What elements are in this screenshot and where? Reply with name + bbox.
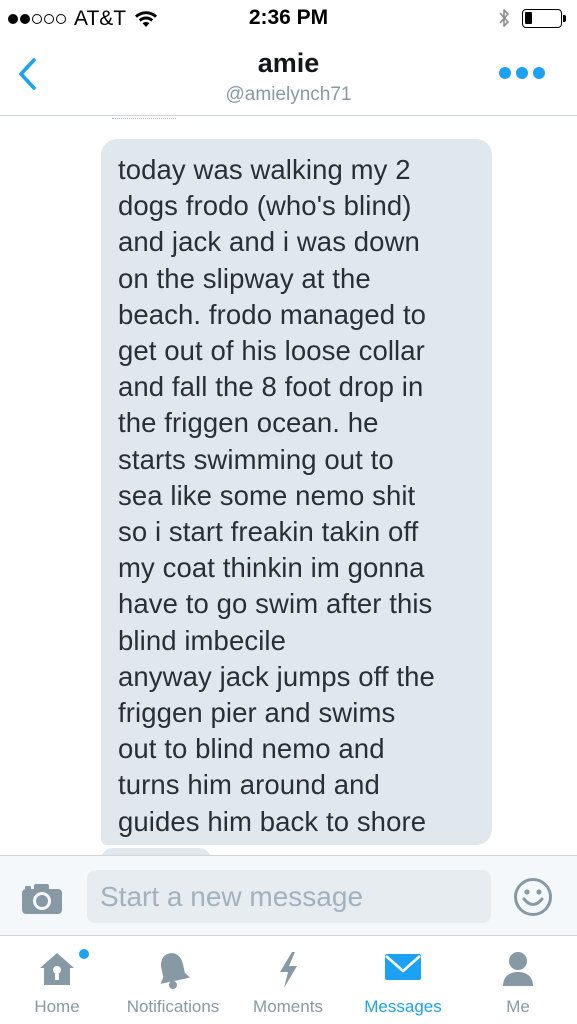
home-notification-dot (79, 949, 89, 959)
dot (516, 67, 528, 79)
previous-message-edge (112, 117, 176, 119)
tab-messages[interactable]: Messages (355, 936, 451, 1024)
tab-moments[interactable]: Moments (243, 936, 333, 1024)
tab-notifications[interactable]: Notifications (113, 936, 233, 1024)
conversation-header: amie @amielynch71 (0, 38, 577, 116)
contact-name[interactable]: amie (0, 48, 577, 79)
contact-handle[interactable]: @amielynch71 (0, 84, 577, 106)
camera-icon[interactable] (20, 882, 64, 916)
message-input[interactable] (87, 870, 491, 923)
home-icon (40, 953, 74, 985)
tab-label: Home (34, 997, 80, 1016)
dot (499, 67, 511, 79)
message-composer (0, 855, 577, 935)
tab-label: Me (506, 997, 530, 1016)
tab-label: Messages (364, 997, 442, 1016)
dm-conversation-screen: AT&T 2:36 PM amie @amielynch71 today was… (0, 0, 577, 1024)
tab-bar: Home Notifications Moments Messages Me (0, 935, 577, 1024)
tab-home[interactable]: Home (14, 936, 100, 1024)
message-list[interactable]: today was walking my 2 dogs frodo (who's… (0, 117, 577, 855)
tab-me[interactable]: Me (488, 936, 548, 1024)
battery-level (525, 12, 532, 24)
status-bar: AT&T 2:36 PM (0, 0, 577, 38)
tab-label: Moments (253, 997, 323, 1016)
tab-label: Notifications (126, 997, 220, 1016)
person-icon (503, 952, 533, 986)
message-text: today was walking my 2 dogs frodo (who's… (118, 154, 435, 837)
battery-tip (563, 15, 566, 22)
more-dots-icon[interactable] (499, 67, 545, 81)
clock: 2:36 PM (248, 6, 329, 29)
dot (533, 67, 545, 79)
smiley-icon[interactable] (513, 877, 553, 917)
received-message-bubble[interactable]: today was walking my 2 dogs frodo (who's… (101, 139, 492, 845)
lightning-icon (280, 952, 297, 988)
bell-icon (160, 953, 190, 989)
bluetooth-icon (499, 9, 509, 27)
next-message-bubble[interactable] (101, 848, 211, 855)
battery-icon (522, 9, 562, 28)
envelope-icon (385, 954, 421, 980)
